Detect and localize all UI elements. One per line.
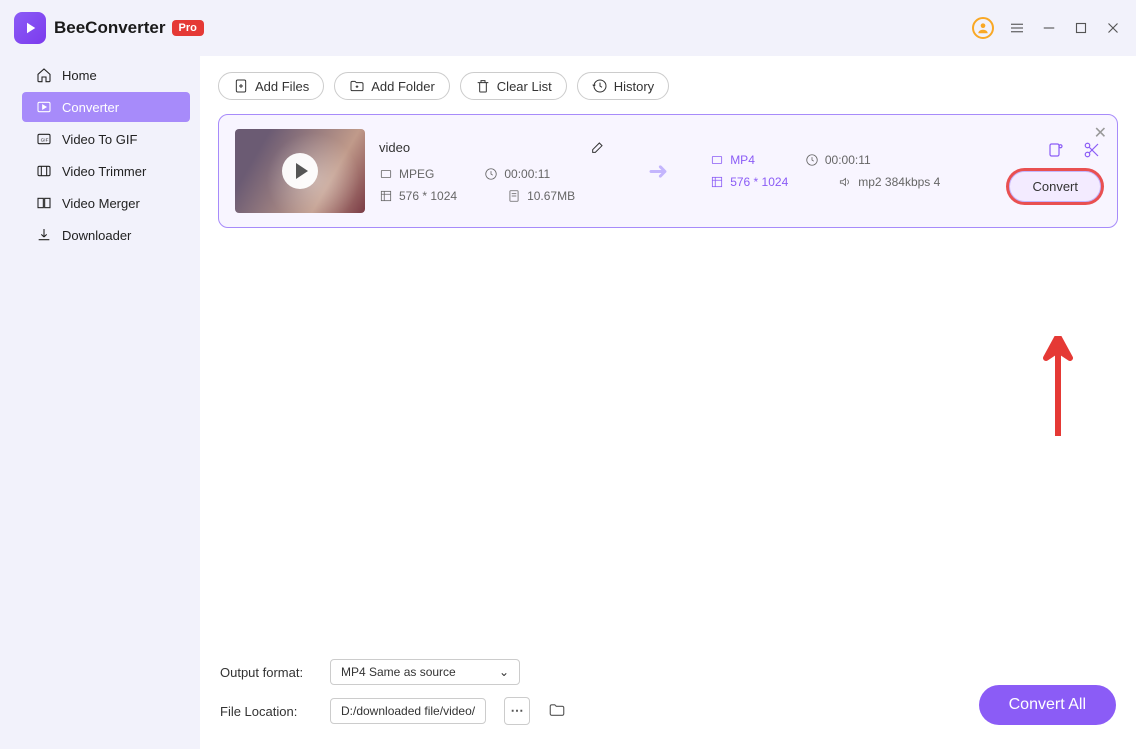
- dst-audio: mp2 384kbps 4: [838, 175, 940, 189]
- src-resolution: 576 * 1024: [379, 189, 457, 203]
- convert-all-button[interactable]: Convert All: [979, 685, 1116, 725]
- scissors-icon[interactable]: [1083, 141, 1101, 159]
- dst-duration: 00:00:11: [805, 153, 871, 167]
- convert-button[interactable]: Convert: [1009, 171, 1101, 202]
- svg-text:GIF: GIF: [41, 138, 49, 143]
- user-account-icon[interactable]: [972, 17, 994, 39]
- add-folder-button[interactable]: Add Folder: [334, 72, 450, 100]
- minimize-button[interactable]: [1040, 19, 1058, 37]
- pro-badge: Pro: [172, 20, 204, 36]
- history-button[interactable]: History: [577, 72, 669, 100]
- edit-title-icon[interactable]: [590, 139, 606, 155]
- app-logo: [14, 12, 46, 44]
- output-format-dropdown[interactable]: MP4 Same as source ⌄: [330, 659, 520, 685]
- browse-path-button[interactable]: ⋯: [504, 697, 530, 725]
- sidebar-item-video-to-gif[interactable]: GIF Video To GIF: [22, 124, 190, 154]
- clear-list-label: Clear List: [497, 79, 552, 94]
- clear-list-button[interactable]: Clear List: [460, 72, 567, 100]
- sidebar-item-label: Converter: [62, 100, 119, 115]
- add-folder-label: Add Folder: [371, 79, 435, 94]
- sidebar-item-home[interactable]: Home: [22, 60, 190, 90]
- maximize-button[interactable]: [1072, 19, 1090, 37]
- video-thumbnail[interactable]: [235, 129, 365, 213]
- toolbar: Add Files Add Folder Clear List History: [200, 56, 1136, 114]
- sidebar-item-downloader[interactable]: Downloader: [22, 220, 190, 250]
- close-icon[interactable]: ✕: [1094, 123, 1107, 143]
- arrow-right-icon: ➜: [648, 157, 668, 186]
- bottom-bar: Output format: MP4 Same as source ⌄ File …: [200, 643, 1136, 749]
- output-format-label: Output format:: [220, 665, 312, 680]
- sidebar-item-converter[interactable]: Converter: [22, 92, 190, 122]
- settings-icon[interactable]: [1047, 141, 1065, 159]
- history-label: History: [614, 79, 654, 94]
- app-name: BeeConverter: [54, 18, 166, 38]
- sidebar-item-video-trimmer[interactable]: Video Trimmer: [22, 156, 190, 186]
- play-icon: [282, 153, 318, 189]
- hamburger-menu-icon[interactable]: [1008, 19, 1026, 37]
- chevron-down-icon: ⌄: [499, 665, 509, 679]
- output-format-value: MP4 Same as source: [341, 665, 456, 679]
- sidebar: Home Converter GIF Video To GIF Video Tri…: [0, 56, 200, 749]
- src-size: 10.67MB: [507, 189, 575, 203]
- add-files-button[interactable]: Add Files: [218, 72, 324, 100]
- sidebar-item-label: Video Merger: [62, 196, 140, 211]
- close-button[interactable]: [1104, 19, 1122, 37]
- title-bar: BeeConverter Pro: [0, 0, 1136, 56]
- add-files-label: Add Files: [255, 79, 309, 94]
- annotation-arrow: [1038, 336, 1078, 441]
- file-card: ✕ video MPEG 00:00:11 576 * 1024: [218, 114, 1118, 228]
- sidebar-item-label: Home: [62, 68, 97, 83]
- src-format: MPEG: [379, 167, 434, 181]
- sidebar-item-label: Video Trimmer: [62, 164, 146, 179]
- file-location-label: File Location:: [220, 704, 312, 719]
- dst-resolution: 576 * 1024: [710, 175, 788, 189]
- file-title: video: [379, 140, 410, 155]
- sidebar-item-video-merger[interactable]: Video Merger: [22, 188, 190, 218]
- file-location-path: D:/downloaded file/video/: [330, 698, 486, 724]
- sidebar-item-label: Video To GIF: [62, 132, 137, 147]
- dst-format: MP4: [710, 153, 755, 167]
- sidebar-item-label: Downloader: [62, 228, 131, 243]
- src-duration: 00:00:11: [484, 167, 550, 181]
- main-panel: Add Files Add Folder Clear List History …: [200, 56, 1136, 749]
- open-folder-icon[interactable]: [548, 701, 568, 721]
